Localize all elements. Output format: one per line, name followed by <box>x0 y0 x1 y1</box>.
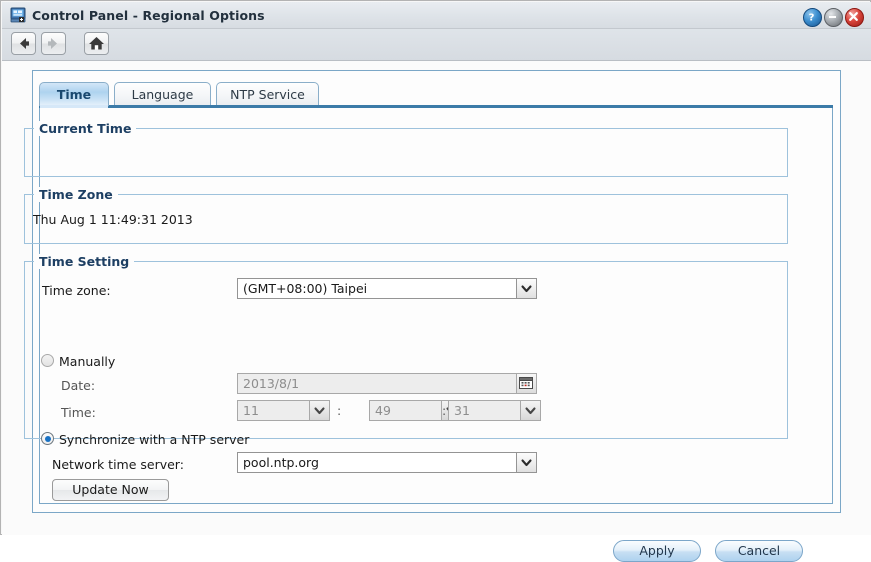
update-now-button[interactable]: Update Now <box>52 479 169 501</box>
date-label: Date: <box>61 378 96 393</box>
synchronize-ntp-label[interactable]: Synchronize with a NTP server <box>59 432 249 447</box>
current-time-group: Current Time <box>24 121 788 177</box>
manually-label[interactable]: Manually <box>59 354 115 369</box>
tab-strip: Time Language NTP Service <box>39 82 839 106</box>
network-time-server-label: Network time server: <box>52 457 184 472</box>
chevron-down-icon[interactable] <box>516 453 536 472</box>
current-time-legend: Current Time <box>34 121 137 136</box>
calendar-icon[interactable] <box>516 374 536 393</box>
tab-underline <box>39 105 833 108</box>
time-separator-1: : <box>337 403 342 418</box>
radio-manually[interactable] <box>41 354 54 367</box>
control-panel-icon <box>10 7 26 23</box>
time-label: Time: <box>61 405 96 420</box>
radio-synchronize-ntp[interactable] <box>41 432 54 445</box>
control-panel-window: Control Panel - Regional Options ? Time … <box>0 0 871 562</box>
date-input[interactable]: 2013/8/1 <box>237 373 537 394</box>
cancel-button[interactable]: Cancel <box>715 540 803 562</box>
time-zone-legend: Time Zone <box>34 187 118 202</box>
apply-button[interactable]: Apply <box>613 540 701 562</box>
content-area: Time Language NTP Service Current Time T… <box>2 61 871 562</box>
tab-ntp-service[interactable]: NTP Service <box>216 82 319 106</box>
second-select[interactable]: 31 <box>448 400 541 421</box>
forward-button[interactable] <box>41 32 66 55</box>
home-button[interactable] <box>84 32 109 55</box>
svg-text:?: ? <box>809 12 815 23</box>
hour-select[interactable]: 11 <box>237 400 330 421</box>
active-tab-connector <box>40 105 108 108</box>
tab-language[interactable]: Language <box>114 82 211 106</box>
chevron-down-icon[interactable] <box>309 401 329 420</box>
navigation-toolbar <box>2 29 871 61</box>
close-button[interactable] <box>845 8 864 27</box>
network-time-server-select[interactable]: pool.ntp.org <box>237 452 537 473</box>
minimize-button[interactable] <box>824 8 843 27</box>
time-zone-group: Time Zone <box>24 187 788 244</box>
back-button[interactable] <box>11 32 36 55</box>
time-setting-legend: Time Setting <box>34 254 135 269</box>
time-separator-2: : <box>442 403 447 418</box>
help-button[interactable]: ? <box>803 8 822 27</box>
title-bar: Control Panel - Regional Options ? <box>2 2 871 29</box>
chevron-down-icon[interactable] <box>520 401 540 420</box>
tab-time[interactable]: Time <box>39 82 109 106</box>
window-title: Control Panel - Regional Options <box>32 8 265 23</box>
